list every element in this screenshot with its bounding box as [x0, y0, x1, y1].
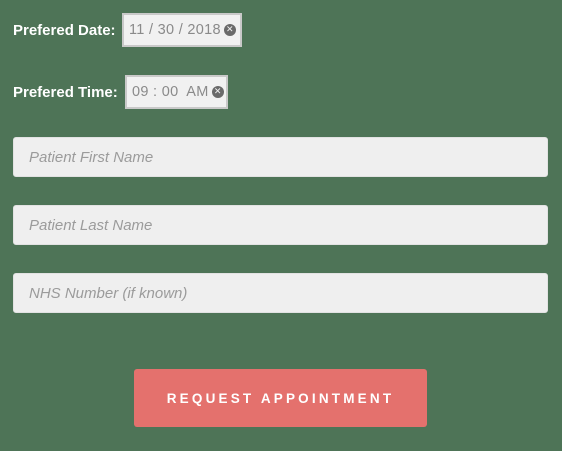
preferred-date-label: Prefered Date:	[13, 22, 116, 39]
patient-last-name-input[interactable]	[13, 205, 548, 245]
preferred-date-value: 11 / 30 / 2018	[129, 22, 221, 38]
clear-time-icon[interactable]: ✕	[211, 86, 224, 98]
preferred-time-input[interactable]: 09 : 00 AM ✕	[125, 75, 228, 109]
clear-date-icon[interactable]: ✕	[223, 24, 236, 36]
preferred-time-value: 09 : 00 AM	[132, 84, 209, 100]
preferred-time-label: Prefered Time:	[13, 84, 118, 101]
nhs-number-input[interactable]	[13, 273, 548, 313]
preferred-date-input[interactable]: 11 / 30 / 2018 ✕	[122, 13, 242, 47]
patient-first-name-input[interactable]	[13, 137, 548, 177]
request-appointment-button[interactable]: REQUEST APPOINTMENT	[134, 369, 427, 427]
